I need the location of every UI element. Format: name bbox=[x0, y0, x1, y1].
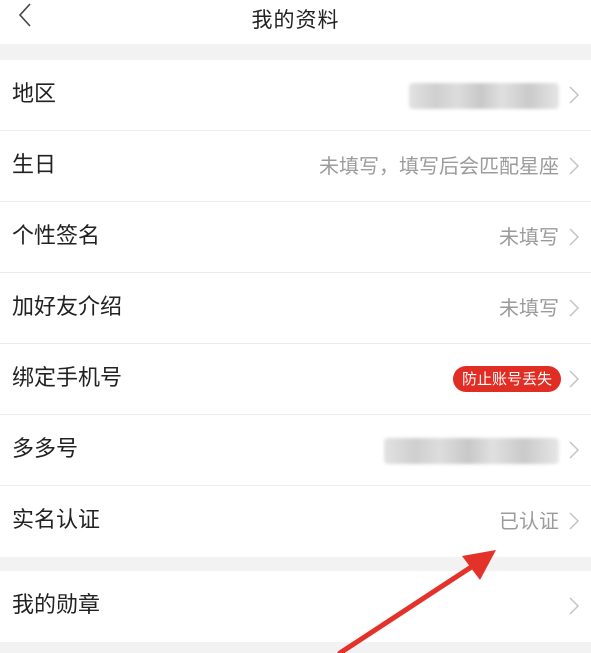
chevron-right-icon bbox=[569, 228, 580, 246]
blurred-id-value bbox=[384, 438, 559, 464]
row-friend-intro[interactable]: 加好友介绍 未填写 bbox=[0, 273, 591, 344]
row-value: 未填写 bbox=[499, 225, 559, 249]
chevron-right-icon bbox=[569, 157, 580, 175]
chevron-right-icon bbox=[569, 370, 580, 388]
row-label: 个性签名 bbox=[12, 224, 101, 249]
row-duoduo-id[interactable]: 多多号 bbox=[0, 415, 591, 486]
warning-badge: 防止账号丢失 bbox=[452, 366, 561, 392]
row-value: 未填写，填写后会匹配星座 bbox=[319, 154, 559, 178]
section-gap bbox=[0, 557, 591, 571]
chevron-right-icon bbox=[569, 299, 580, 317]
page-title: 我的资料 bbox=[251, 8, 340, 32]
row-label: 我的勋章 bbox=[12, 593, 101, 618]
row-signature[interactable]: 个性签名 未填写 bbox=[0, 202, 591, 273]
row-label: 地区 bbox=[12, 82, 57, 107]
row-value: 已认证 bbox=[499, 509, 559, 533]
row-label: 多多号 bbox=[12, 437, 79, 462]
row-region[interactable]: 地区 bbox=[0, 60, 591, 131]
chevron-right-icon bbox=[569, 86, 580, 104]
row-value: 未填写 bbox=[499, 296, 559, 320]
chevron-right-icon bbox=[569, 512, 580, 530]
chevron-right-icon bbox=[569, 597, 580, 615]
row-bind-phone[interactable]: 绑定手机号 防止账号丢失 bbox=[0, 344, 591, 415]
row-birthday[interactable]: 生日 未填写，填写后会匹配星座 bbox=[0, 131, 591, 202]
row-label: 加好友介绍 bbox=[12, 295, 123, 320]
row-my-medals[interactable]: 我的勋章 bbox=[0, 571, 591, 642]
profile-list: 地区 生日 未填写，填写后会匹配星座 个性签名 未填写 加好友介绍 未填写 绑定… bbox=[0, 60, 591, 642]
row-real-name-auth[interactable]: 实名认证 已认证 bbox=[0, 486, 591, 557]
row-label: 实名认证 bbox=[12, 508, 101, 533]
row-label: 绑定手机号 bbox=[12, 366, 123, 391]
row-label: 生日 bbox=[12, 153, 57, 178]
chevron-right-icon bbox=[569, 441, 580, 459]
nav-header: 我的资料 bbox=[0, 0, 591, 44]
blurred-region-value bbox=[409, 83, 559, 109]
